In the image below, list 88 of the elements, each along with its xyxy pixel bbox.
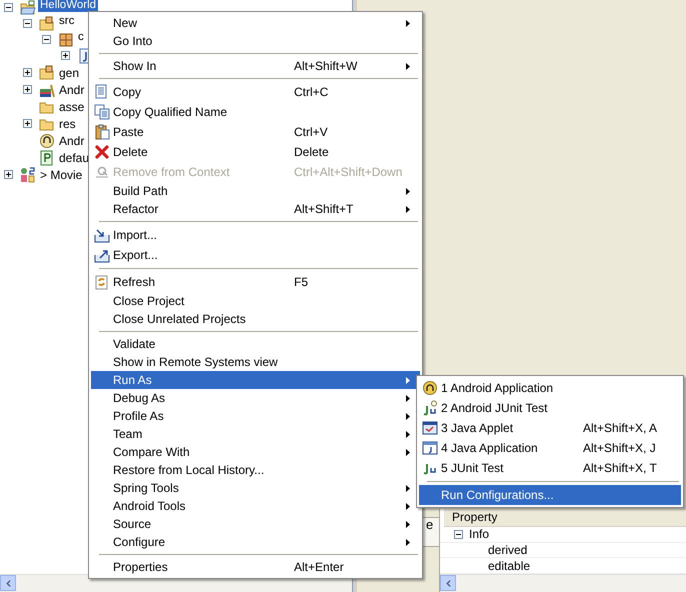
expand-toggle[interactable] [23, 85, 32, 94]
expand-toggle[interactable] [23, 119, 32, 128]
menu-item[interactable]: 2 Android JUnit Test [419, 398, 681, 418]
menu-item[interactable]: Show in Remote Systems view [91, 353, 420, 371]
menu-item[interactable]: Show In Alt+Shift+W [91, 57, 420, 75]
scroll-left-button[interactable] [440, 575, 456, 591]
submenu-arrow-icon [406, 484, 410, 492]
property-name[interactable]: derived [488, 542, 528, 557]
properties-file-icon [39, 150, 55, 166]
tree-item-label[interactable]: asse [57, 100, 86, 114]
submenu-arrow-icon [406, 502, 410, 510]
source-folder-icon [39, 64, 55, 80]
expand-toggle[interactable] [61, 51, 70, 60]
chevron-left-icon [446, 580, 450, 586]
tree-item-label[interactable]: > Movie [38, 168, 84, 182]
package-icon [58, 32, 74, 48]
menu-item[interactable]: Restore from Local History... [91, 461, 420, 479]
submenu-arrow-icon [406, 520, 410, 528]
submenu-arrow-icon [406, 62, 410, 70]
menu-item[interactable]: Close Project [91, 292, 420, 310]
android-app-icon [422, 380, 438, 396]
tree-item-label[interactable]: c [76, 32, 86, 44]
collapse-toggle[interactable] [4, 3, 13, 12]
collapse-toggle[interactable] [42, 35, 51, 44]
tree-item-label[interactable]: Andr [57, 134, 86, 148]
menu-item[interactable]: Export... [91, 245, 420, 265]
expand-toggle[interactable] [4, 170, 13, 179]
collapse-toggle[interactable] [23, 19, 32, 28]
delete-icon [94, 144, 110, 160]
clipboard-icon [94, 124, 110, 140]
submenu-arrow-icon [406, 412, 410, 420]
submenu-arrow-icon [406, 20, 410, 26]
import-icon [94, 227, 110, 243]
menu-item[interactable]: 5 JUnit Test Alt+Shift+X, T [419, 458, 681, 478]
menu-item[interactable]: Run As [91, 371, 420, 389]
property-category[interactable]: Info [469, 527, 490, 542]
application-window-icon [422, 440, 438, 456]
applet-window-icon [422, 420, 438, 436]
menu-item[interactable]: Copy Ctrl+C [91, 82, 420, 102]
submenu-arrow-icon [406, 376, 410, 384]
menu-item[interactable]: Properties Alt+Enter [91, 558, 420, 576]
menu-item[interactable]: Copy Qualified Name [91, 102, 420, 122]
menu-item[interactable]: Team [91, 425, 420, 443]
tree-item-label[interactable]: res [57, 116, 78, 130]
collapse-toggle[interactable] [454, 530, 463, 539]
submenu-arrow-icon [406, 188, 410, 194]
menu-item[interactable]: Configure [91, 533, 420, 551]
horizontal-scrollbar[interactable] [440, 574, 686, 592]
menu-item[interactable]: Run Configurations... [419, 485, 681, 505]
menu-item[interactable]: 3 Java Applet Alt+Shift+X, A [419, 418, 681, 438]
menu-item[interactable]: Delete Delete [91, 142, 420, 162]
source-folder-icon [39, 16, 55, 32]
refresh-icon [94, 274, 110, 290]
menu-item[interactable]: Import... [91, 225, 420, 245]
menu-item[interactable]: Refresh F5 [91, 272, 420, 292]
menu-item[interactable]: Go Into [91, 32, 420, 50]
submenu-arrow-icon [406, 448, 410, 456]
android-file-icon [39, 132, 55, 148]
junit-android-icon [422, 400, 438, 416]
menu-item[interactable]: Profile As [91, 407, 420, 425]
tree-item-label[interactable]: gen [57, 66, 82, 80]
chevron-left-icon [6, 580, 10, 586]
menu-item[interactable]: New [91, 14, 420, 32]
tree-item-label[interactable]: src [57, 16, 76, 28]
expand-toggle[interactable] [23, 68, 32, 77]
menu-item[interactable]: Debug As [91, 389, 420, 407]
menu-item[interactable]: Compare With [91, 443, 420, 461]
scroll-left-button[interactable] [0, 575, 16, 591]
property-name[interactable]: editable [488, 558, 530, 573]
menu-item[interactable]: Spring Tools [91, 479, 420, 497]
menu-item[interactable]: Build Path [91, 182, 420, 200]
menu-item[interactable]: Close Unrelated Projects [91, 310, 420, 328]
menu-item[interactable]: 1 Android Application [419, 378, 681, 398]
menu-item[interactable]: Validate [91, 335, 420, 353]
tree-item-label[interactable]: Andr [57, 82, 86, 96]
submenu-arrow-icon [406, 538, 410, 546]
tree-item-label[interactable]: defau [57, 150, 92, 164]
menu-item[interactable]: 4 Java Application Alt+Shift+X, J [419, 438, 681, 458]
submenu-arrow-icon [406, 394, 410, 402]
copy-documents-icon [94, 104, 110, 120]
menu-item[interactable]: Source [91, 515, 420, 533]
menu-item[interactable]: Android Tools [91, 497, 420, 515]
submenu-arrow-icon [406, 206, 410, 212]
column-header: Property [444, 509, 686, 527]
menu-item[interactable]: Paste Ctrl+V [91, 122, 420, 142]
menu-item[interactable]: Refactor Alt+Shift+T [91, 200, 420, 218]
tree-item-label[interactable]: HelloWorld [38, 0, 98, 12]
submenu-arrow-icon [406, 430, 410, 438]
